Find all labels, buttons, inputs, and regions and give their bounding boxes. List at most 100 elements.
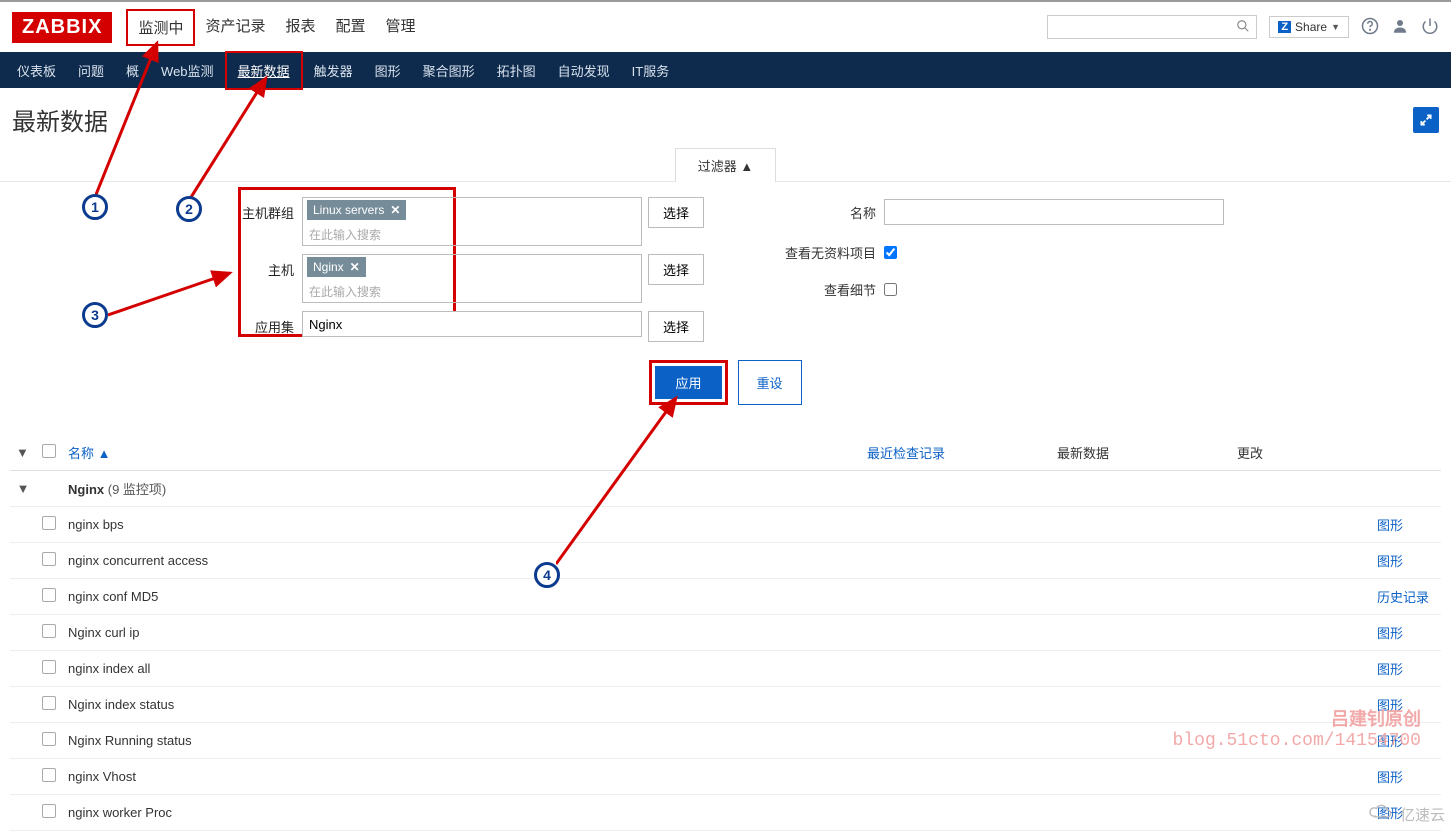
row-checkbox[interactable] bbox=[42, 768, 56, 782]
col-lastcheck[interactable]: 最近检查记录 bbox=[861, 435, 1051, 471]
item-name: nginx index all bbox=[62, 651, 861, 687]
show-empty-label: 查看无资料项目 bbox=[744, 243, 884, 262]
host-placeholder: 在此输入搜索 bbox=[307, 281, 637, 300]
host-tag: Nginx ✕ bbox=[307, 257, 366, 277]
table-row: Nginx curl ip 图形 bbox=[10, 615, 1441, 651]
user-icon[interactable] bbox=[1391, 17, 1409, 38]
col-change: 更改 bbox=[1231, 435, 1371, 471]
item-name: Nginx index status bbox=[62, 687, 861, 723]
hostgroup-tag: Linux servers ✕ bbox=[307, 200, 406, 220]
row-checkbox[interactable] bbox=[42, 660, 56, 674]
item-action-link[interactable]: 图形 bbox=[1377, 734, 1403, 749]
host-input[interactable]: Nginx ✕ 在此输入搜索 bbox=[302, 254, 642, 303]
subnav-services[interactable]: IT服务 bbox=[621, 53, 681, 88]
host-tag-text: Nginx bbox=[313, 260, 344, 274]
subnav-triggers[interactable]: 触发器 bbox=[303, 53, 364, 88]
sort-asc-icon: ▲ bbox=[98, 446, 111, 461]
item-action-link[interactable]: 图形 bbox=[1377, 626, 1403, 641]
hostgroup-input[interactable]: Linux servers ✕ 在此输入搜索 bbox=[302, 197, 642, 246]
subnav-graphs[interactable]: 图形 bbox=[364, 53, 412, 88]
subnav-discovery[interactable]: 自动发现 bbox=[547, 53, 621, 88]
row-checkbox[interactable] bbox=[42, 732, 56, 746]
group-count: (9 监控项) bbox=[108, 482, 167, 497]
appset-select-button[interactable]: 选择 bbox=[648, 311, 704, 342]
item-action-link[interactable]: 图形 bbox=[1377, 698, 1403, 713]
table-row: nginx index all 图形 bbox=[10, 651, 1441, 687]
subnav-dashboard[interactable]: 仪表板 bbox=[6, 53, 67, 88]
topnav-config[interactable]: 配置 bbox=[326, 9, 376, 46]
row-checkbox[interactable] bbox=[42, 552, 56, 566]
callout-4: 4 bbox=[534, 562, 560, 588]
table-row: nginx Vhost图形 bbox=[10, 759, 1441, 795]
item-name: Nginx curl ip bbox=[62, 615, 861, 651]
item-action-link[interactable]: 图形 bbox=[1377, 662, 1403, 677]
appset-label: 应用集 bbox=[227, 311, 302, 336]
group-collapse-toggle[interactable]: ▼ bbox=[10, 471, 36, 507]
hostgroup-tag-remove-icon[interactable]: ✕ bbox=[390, 203, 400, 217]
arrow-2 bbox=[188, 72, 278, 202]
chevron-down-icon: ▼ bbox=[1331, 22, 1340, 32]
share-button[interactable]: Z Share ▼ bbox=[1269, 16, 1349, 38]
topnav-admin[interactable]: 管理 bbox=[376, 9, 426, 46]
subnav-screens[interactable]: 聚合图形 bbox=[412, 53, 486, 88]
col-action bbox=[1371, 435, 1441, 471]
host-tag-remove-icon[interactable]: ✕ bbox=[350, 260, 360, 274]
row-checkbox[interactable] bbox=[42, 516, 56, 530]
show-details-checkbox[interactable] bbox=[884, 283, 897, 296]
expand-all-toggle[interactable]: ▼ bbox=[10, 435, 36, 471]
hostgroup-placeholder: 在此输入搜索 bbox=[307, 224, 637, 243]
arrow-3 bbox=[108, 267, 238, 327]
page-title: 最新数据 bbox=[12, 102, 108, 137]
item-action-link[interactable]: 图形 bbox=[1377, 554, 1403, 569]
host-select-button[interactable]: 选择 bbox=[648, 254, 704, 285]
fullscreen-button[interactable] bbox=[1413, 107, 1439, 133]
table-row: nginx concurrent access 图形 bbox=[10, 543, 1441, 579]
row-checkbox[interactable] bbox=[42, 588, 56, 602]
show-details-label: 查看细节 bbox=[744, 280, 884, 299]
table-group-row: ▼ Nginx (9 监控项) bbox=[10, 471, 1441, 507]
item-action-link[interactable]: 图形 bbox=[1377, 518, 1403, 533]
arrow-1 bbox=[95, 37, 175, 197]
table-row: Nginx index status 图形 bbox=[10, 687, 1441, 723]
filter-left-column: 主机群组 Linux servers ✕ 在此输入搜索 选择 主机 bbox=[227, 197, 704, 342]
share-z-icon: Z bbox=[1278, 21, 1291, 33]
appset-input[interactable] bbox=[302, 311, 642, 337]
col-lastdata: 最新数据 bbox=[1051, 435, 1231, 471]
table-row: nginx bps 图形 bbox=[10, 507, 1441, 543]
host-label: 主机 bbox=[227, 254, 302, 279]
callout-2: 2 bbox=[176, 196, 202, 222]
data-table: ▼ 名称 ▲ 最近检查记录 最新数据 更改 ▼ Nginx (9 监控项) ng… bbox=[10, 435, 1441, 831]
hostgroup-select-button[interactable]: 选择 bbox=[648, 197, 704, 228]
topnav-reports[interactable]: 报表 bbox=[275, 9, 325, 46]
callout-3: 3 bbox=[82, 302, 108, 328]
item-action-link[interactable]: 图形 bbox=[1377, 770, 1403, 785]
col-name[interactable]: 名称 ▲ bbox=[62, 435, 861, 471]
hostgroup-tag-text: Linux servers bbox=[313, 203, 384, 217]
table-header: ▼ 名称 ▲ 最近检查记录 最新数据 更改 bbox=[10, 435, 1441, 471]
row-checkbox[interactable] bbox=[42, 804, 56, 818]
item-name: nginx bps bbox=[62, 507, 861, 543]
item-action-link[interactable]: 历史记录 bbox=[1377, 590, 1429, 605]
filter-actions: 应用 重设 bbox=[0, 360, 1451, 405]
show-empty-checkbox[interactable] bbox=[884, 246, 897, 259]
filter-right-column: 名称 查看无资料项目 查看细节 bbox=[744, 199, 1224, 342]
help-icon[interactable] bbox=[1361, 17, 1379, 38]
reset-button[interactable]: 重设 bbox=[738, 360, 802, 405]
topnav-inventory[interactable]: 资产记录 bbox=[195, 9, 275, 46]
callout-1: 1 bbox=[82, 194, 108, 220]
search-icon bbox=[1236, 19, 1250, 36]
share-label: Share bbox=[1295, 20, 1327, 34]
name-input[interactable] bbox=[884, 199, 1224, 225]
table-row: Nginx Running status图形 bbox=[10, 723, 1441, 759]
item-name: nginx concurrent access bbox=[62, 543, 861, 579]
table-row: nginx conf MD5历史记录 bbox=[10, 579, 1441, 615]
row-checkbox[interactable] bbox=[42, 624, 56, 638]
filter-toggle[interactable]: 过滤器 ▲ bbox=[675, 148, 776, 182]
row-checkbox[interactable] bbox=[42, 696, 56, 710]
select-all-checkbox[interactable] bbox=[42, 444, 56, 458]
global-search[interactable] bbox=[1047, 15, 1257, 39]
power-icon[interactable] bbox=[1421, 17, 1439, 38]
subnav-maps[interactable]: 拓扑图 bbox=[486, 53, 547, 88]
item-action-link[interactable]: 图形 bbox=[1377, 806, 1403, 821]
table-row: nginx worker Proc图形 bbox=[10, 795, 1441, 831]
